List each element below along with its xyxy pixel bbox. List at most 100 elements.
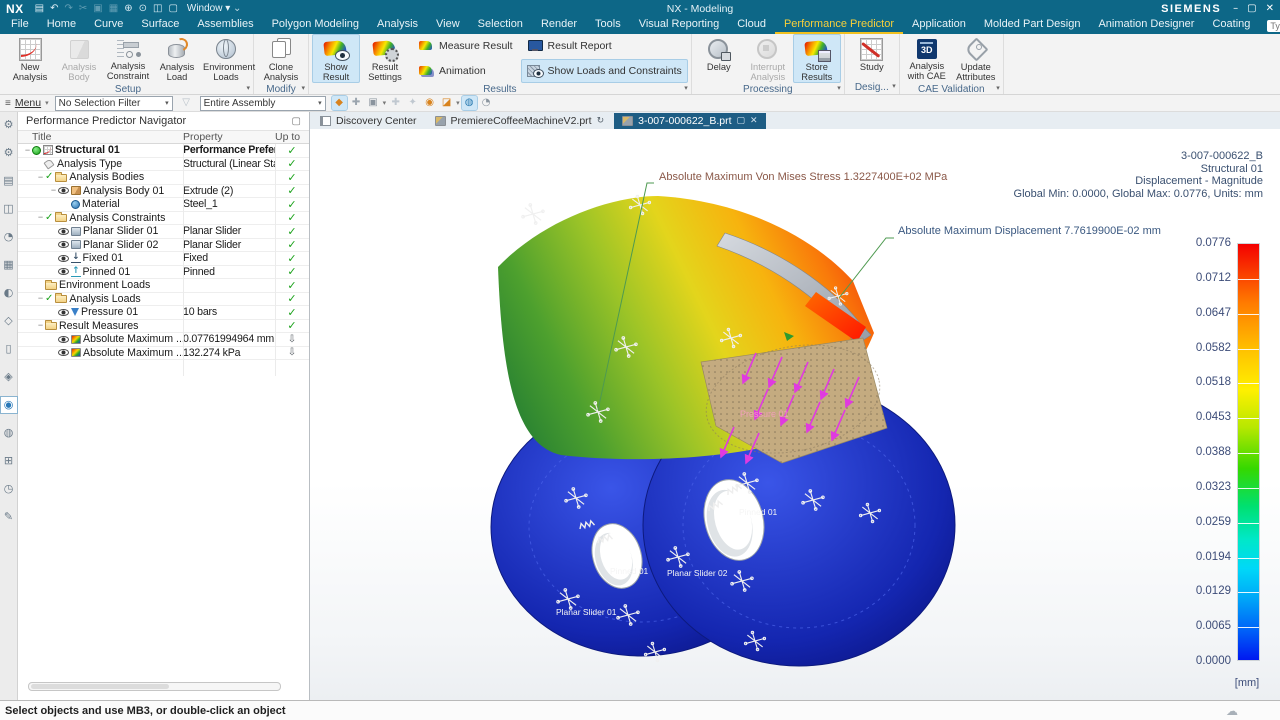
- tree-expander[interactable]: −: [49, 186, 58, 195]
- performance-predictor-navigator-icon[interactable]: ◉: [0, 396, 18, 414]
- tree-row-result-measures[interactable]: − Result Measures ✓: [18, 319, 309, 333]
- result-settings-button[interactable]: Result Settings: [361, 34, 409, 83]
- highlight-icon[interactable]: ✦: [405, 96, 420, 110]
- model-canvas[interactable]: Pinned 01 Pinned 01 Planar Slider 02 Pla…: [310, 129, 1280, 700]
- save-icon[interactable]: ▤: [35, 3, 44, 14]
- settings-gears-icon[interactable]: ⚙: [1, 145, 17, 161]
- tree-row-material[interactable]: Material Steel_1 ✓: [18, 198, 309, 212]
- window-menu[interactable]: Window ▾ ⌄: [187, 3, 242, 14]
- tab-selection[interactable]: Selection: [469, 17, 532, 34]
- web-browser-icon[interactable]: ◇: [1, 313, 17, 329]
- history-icon[interactable]: ▯: [1, 341, 17, 357]
- window-switch-icon[interactable]: ▢: [168, 3, 177, 14]
- result-report-button[interactable]: Result Report: [521, 34, 688, 59]
- tree-row-absolute-maximum[interactable]: Absolute Maximum ... 132.274 kPa ⇩: [18, 347, 309, 360]
- tree-row-analysis-bodies[interactable]: − ✓ Analysis Bodies ✓: [18, 171, 309, 185]
- tree-row-planar-slider-02[interactable]: Planar Slider 02 Planar Slider ✓: [18, 238, 309, 252]
- constraint-navigator-icon[interactable]: ◫: [1, 201, 17, 217]
- tree-row-analysis-constraints[interactable]: − ✓ Analysis Constraints ✓: [18, 211, 309, 225]
- maximize-icon[interactable]: ▢: [1247, 3, 1256, 14]
- group-dialog-launcher[interactable]: ▾: [246, 82, 250, 95]
- navigator-hscrollbar[interactable]: [28, 682, 281, 691]
- tree-row-planar-slider-01[interactable]: Planar Slider 01 Planar Slider ✓: [18, 225, 309, 239]
- part-tab-3-007-000622-b-prt[interactable]: 3-007-000622_B.prt ▢ ✕: [614, 113, 766, 129]
- search-input[interactable]: [1270, 20, 1280, 31]
- tab-visual-reporting[interactable]: Visual Reporting: [630, 17, 729, 34]
- part-tab-discovery-center[interactable]: Discovery Center: [312, 113, 425, 129]
- group-dialog-launcher[interactable]: ▾: [892, 80, 896, 93]
- tab-cloud[interactable]: Cloud: [728, 17, 775, 34]
- scope-combo[interactable]: Entire Assembly ▾: [199, 95, 326, 111]
- tree-row-analysis-type[interactable]: Analysis TypeStructural (Linear Statics)…: [18, 157, 309, 171]
- tab-assemblies[interactable]: Assemblies: [188, 17, 262, 34]
- tree-row-analysis-loads[interactable]: − ✓ Analysis Loads ✓: [18, 292, 309, 306]
- move-icon[interactable]: ✚: [349, 96, 364, 110]
- process-studio-icon[interactable]: ◈: [1, 369, 17, 385]
- tab-coating[interactable]: Coating: [1203, 17, 1259, 34]
- close-icon[interactable]: ✕: [1266, 3, 1274, 14]
- tab-home[interactable]: Home: [38, 17, 85, 34]
- show-loads-and-constraints-button[interactable]: Show Loads and Constraints: [520, 58, 688, 84]
- tab-surface[interactable]: Surface: [132, 17, 188, 34]
- render-style-icon[interactable]: ◍: [460, 95, 478, 111]
- tab-file[interactable]: File: [2, 17, 38, 34]
- tree-expander[interactable]: −: [36, 321, 45, 330]
- reload-part-icon[interactable]: ↻: [597, 116, 605, 126]
- group-dialog-launcher[interactable]: ▾: [996, 82, 1000, 95]
- tab-curve[interactable]: Curve: [85, 17, 132, 34]
- customize-icon[interactable]: ✎: [1, 509, 17, 525]
- system-clock-icon[interactable]: ◷: [1, 481, 17, 497]
- study-button[interactable]: Study: [848, 34, 896, 81]
- tab-application[interactable]: Application: [903, 17, 975, 34]
- part-tab-premierecoffeemachinev2-prt[interactable]: PremiereCoffeeMachineV2.prt ↻: [427, 113, 613, 129]
- environment-loads-button[interactable]: Environment Loads: [202, 34, 255, 83]
- graphics-viewport[interactable]: Pinned 01 Pinned 01 Planar Slider 02 Pla…: [310, 129, 1280, 700]
- animation-button[interactable]: Animation: [412, 59, 519, 84]
- measure-result-button[interactable]: Measure Result: [412, 34, 519, 59]
- tree-row-absolute-maximum[interactable]: Absolute Maximum ... 0.07761994964 mm ⇩: [18, 333, 309, 347]
- tab-polygon-modeling[interactable]: Polygon Modeling: [263, 17, 368, 34]
- tree-expander[interactable]: −: [36, 172, 45, 182]
- tree-row-structural-01[interactable]: −Structural 01Performance Preferred✓: [18, 144, 309, 158]
- update-attributes-button[interactable]: Update Attributes: [952, 34, 1000, 83]
- tree-row-environment-loads[interactable]: Environment Loads ✓: [18, 279, 309, 293]
- part-navigator-icon[interactable]: ◔: [1, 229, 17, 245]
- tab-animation-designer[interactable]: Animation Designer: [1089, 17, 1203, 34]
- orient-view-icon[interactable]: ◉: [422, 96, 437, 110]
- assembly-navigator-icon[interactable]: ▤: [1, 173, 17, 189]
- show-result-button[interactable]: Show Result: [312, 34, 360, 84]
- hd3d-tools-icon[interactable]: ◐: [1, 285, 17, 301]
- group-dialog-launcher[interactable]: ▾: [301, 82, 305, 95]
- new-analysis-button[interactable]: New Analysis: [6, 34, 54, 83]
- tab-molded-part-design[interactable]: Molded Part Design: [975, 17, 1090, 34]
- group-dialog-launcher[interactable]: ▾: [837, 82, 841, 95]
- tab-analysis[interactable]: Analysis: [368, 17, 427, 34]
- tree-row-analysis-body-01[interactable]: − Analysis Body 01 Extrude (2) ✓: [18, 184, 309, 198]
- tab-render[interactable]: Render: [532, 17, 586, 34]
- close-tab-icon[interactable]: ✕: [750, 116, 758, 126]
- touch-mode-icon[interactable]: ⊕: [124, 3, 132, 14]
- command-finder-icon[interactable]: ⊙: [139, 3, 147, 14]
- roles-gear-icon[interactable]: ⚙: [1, 117, 17, 133]
- internet-icon[interactable]: ◍: [1, 425, 17, 441]
- delay-button[interactable]: Delay: [695, 34, 743, 83]
- search-box[interactable]: [1267, 19, 1280, 32]
- clone-analysis-button[interactable]: Clone Analysis: [257, 34, 305, 83]
- tree-expander[interactable]: −: [36, 213, 45, 222]
- tree-expander[interactable]: −: [23, 145, 32, 155]
- tree-row-fixed-01[interactable]: ↓ Fixed 01 Fixed ✓: [18, 252, 309, 266]
- store-results-button[interactable]: Store Results: [792, 34, 841, 84]
- datum-plane-icon[interactable]: ◪: [439, 96, 454, 110]
- tab-tools[interactable]: Tools: [586, 17, 630, 34]
- tree-expander[interactable]: −: [36, 294, 45, 303]
- tab-view[interactable]: View: [427, 17, 469, 34]
- float-window-icon[interactable]: ▢: [737, 116, 746, 126]
- share-icon[interactable]: ◫: [153, 3, 162, 14]
- analysis-with-cae-button[interactable]: Analysis with CAE: [903, 34, 951, 83]
- panel-pin-icon[interactable]: ▢: [292, 116, 301, 127]
- minimize-icon[interactable]: –: [1233, 3, 1238, 14]
- selection-box-icon[interactable]: ▣: [366, 96, 381, 110]
- deselect-icon[interactable]: ✚: [388, 96, 403, 110]
- group-dialog-launcher[interactable]: ▾: [684, 82, 688, 95]
- effects-icon[interactable]: ◔: [479, 96, 494, 110]
